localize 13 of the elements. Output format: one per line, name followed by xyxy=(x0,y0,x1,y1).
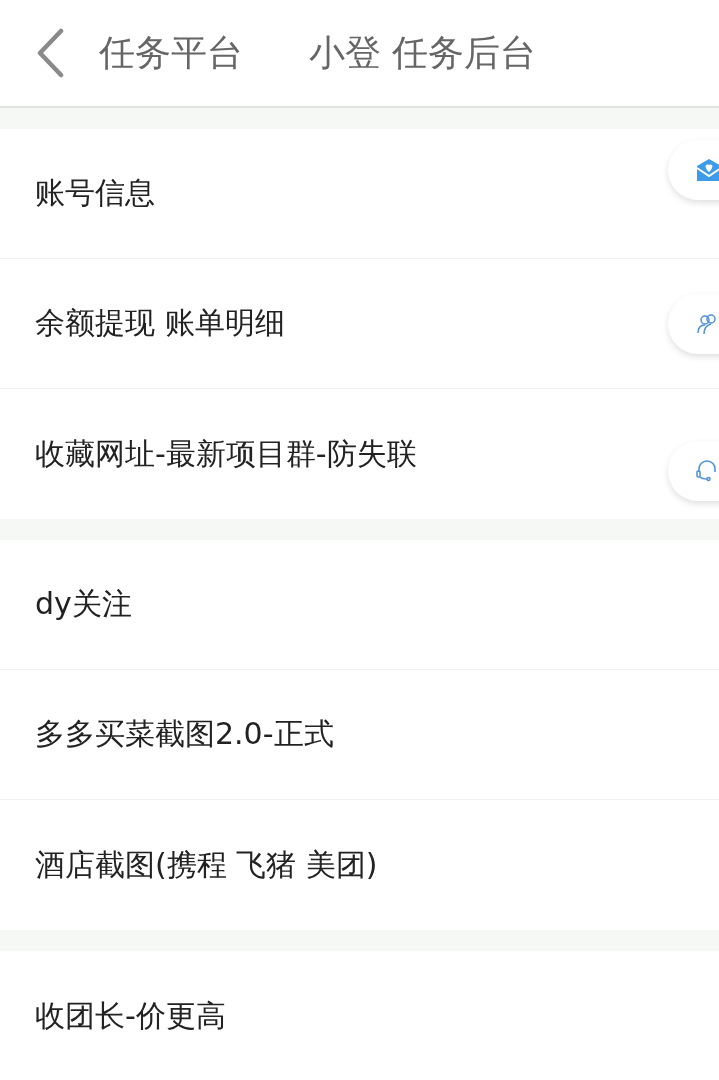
menu-item[interactable]: 酒店截图(携程 飞猪 美团) xyxy=(35,844,378,886)
menu-item[interactable]: dy关注 xyxy=(35,584,132,625)
menu-item[interactable]: 余额提现 账单明细 xyxy=(35,303,285,344)
page-subtitle: 小登 任务后台 xyxy=(309,30,537,75)
page-title: 任务平台 xyxy=(99,30,243,75)
menu-item[interactable]: 账号信息 xyxy=(35,173,155,214)
envelope-heart-icon xyxy=(696,158,719,182)
people-icon xyxy=(696,313,718,335)
menu-item[interactable]: 收藏网址-最新项目群-防失联 xyxy=(35,433,417,475)
headset-icon xyxy=(696,459,718,483)
menu-item[interactable]: 收团长-价更高 xyxy=(35,995,226,1037)
back-icon[interactable] xyxy=(35,28,65,78)
menu-item[interactable]: 多多买菜截图2.0-正式 xyxy=(35,714,334,755)
